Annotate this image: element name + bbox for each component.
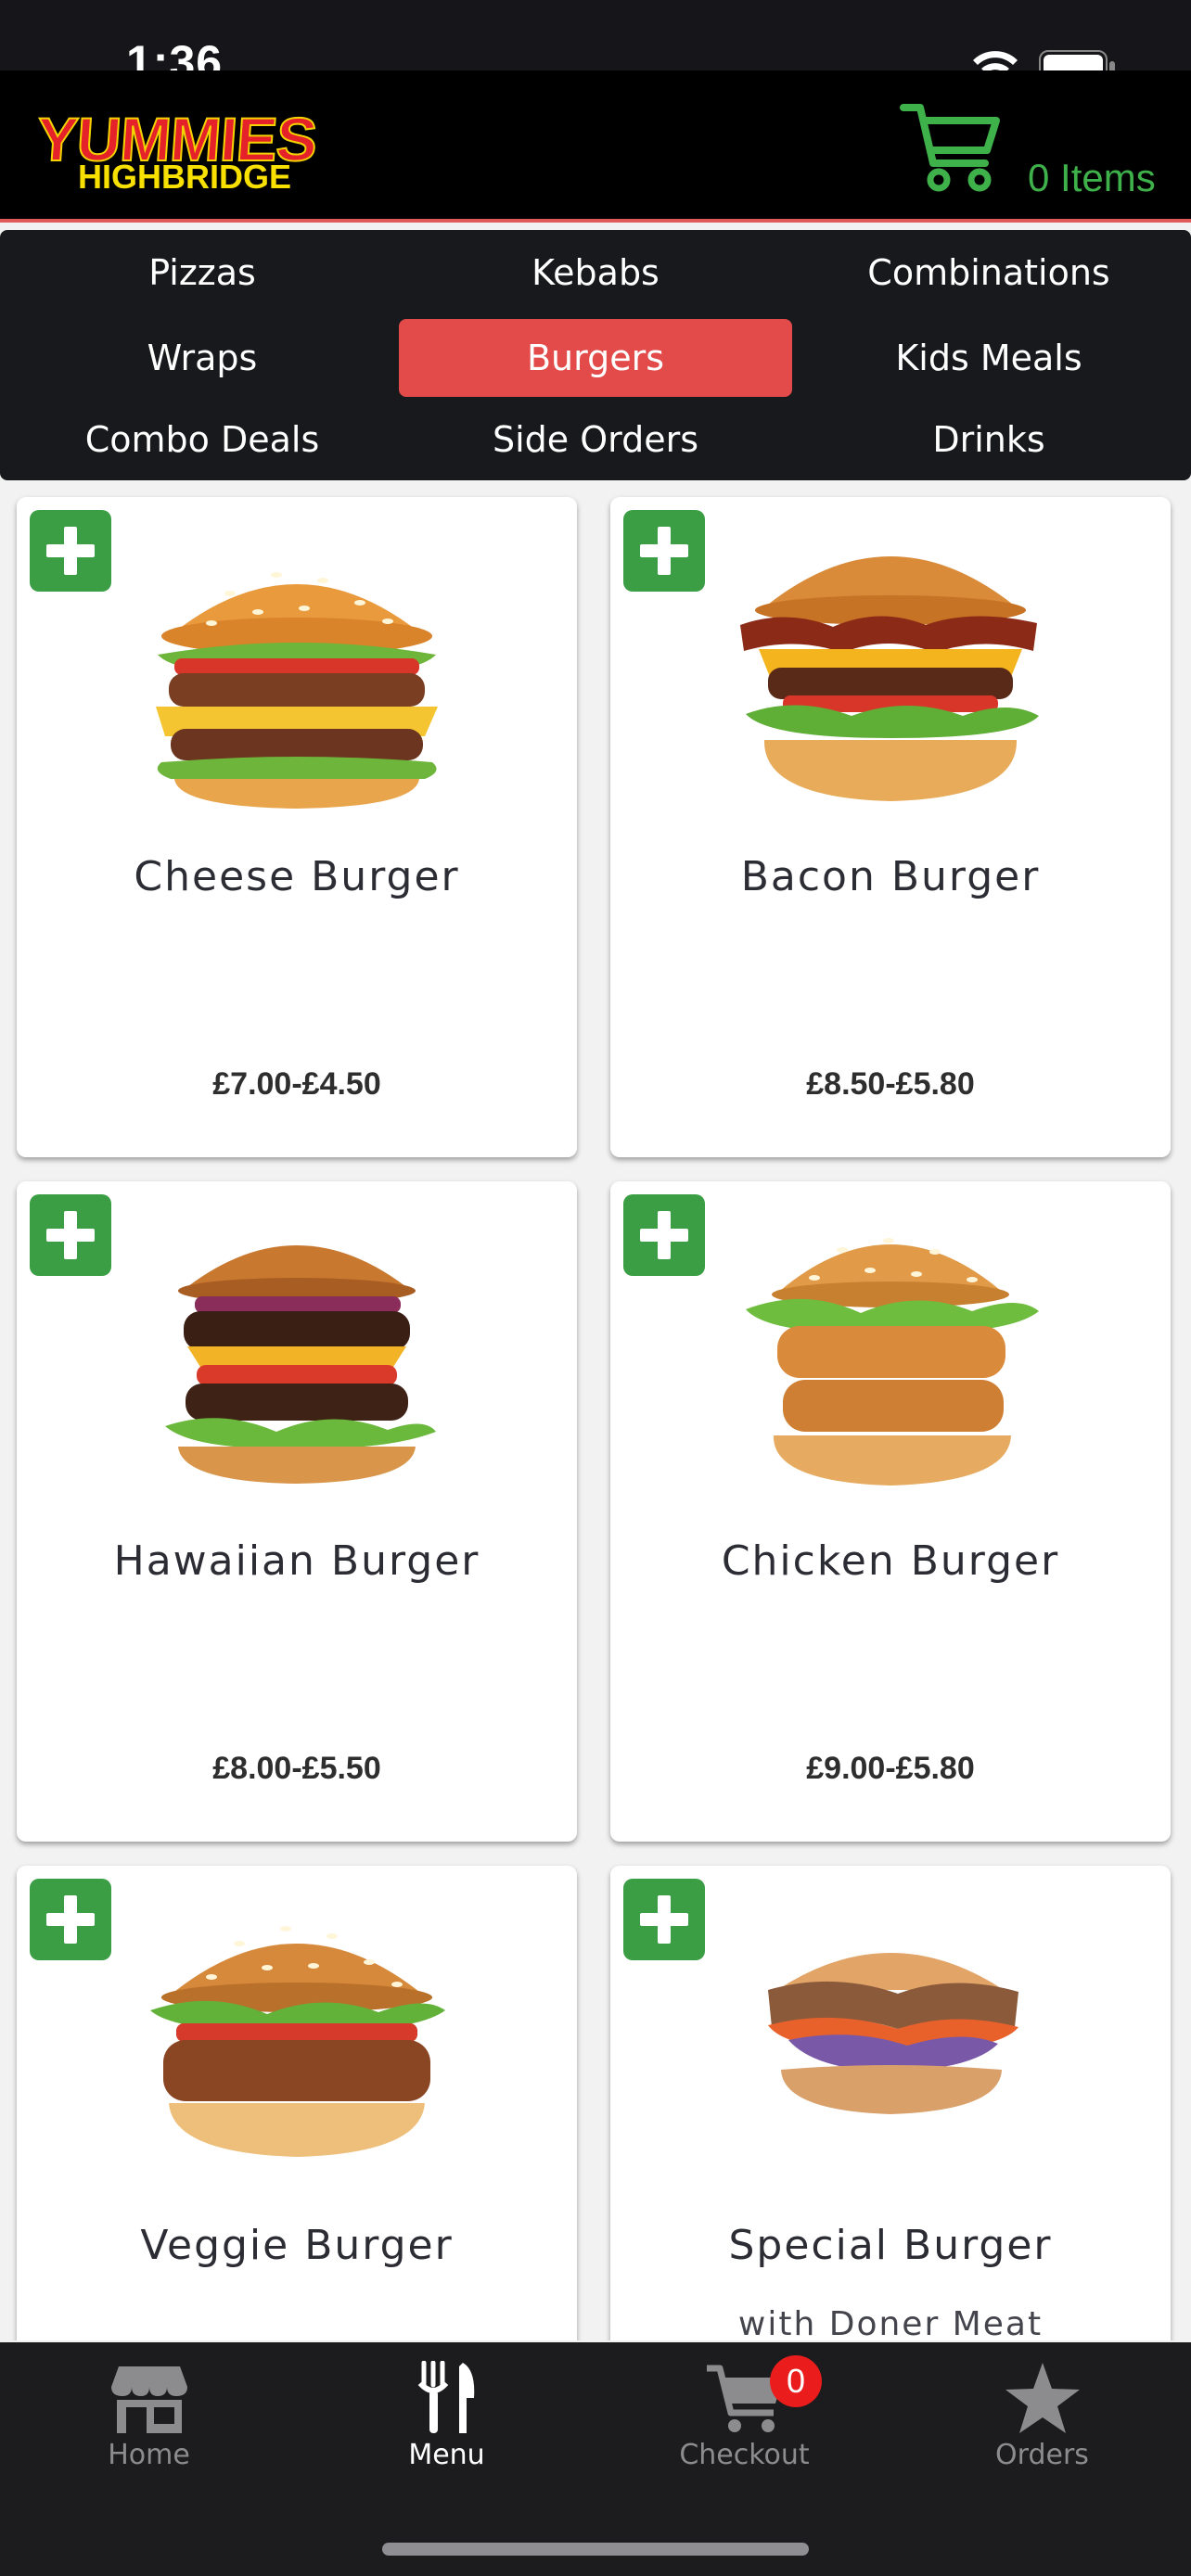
product-price: £9.00-£5.80 [806, 1751, 975, 1786]
bottom-tab-bar: Home Menu Checkout Orders 0 [0, 2342, 1191, 2576]
category-burgers[interactable]: Burgers [399, 319, 792, 397]
brand-logo[interactable]: YUMMIES HIGHBRIDGE [33, 104, 325, 197]
tab-checkout[interactable]: Checkout [596, 2361, 893, 2500]
veggie-burger-image [150, 1926, 445, 2157]
product-name: Hawaiian Burger [113, 1537, 480, 1585]
chicken-burger-image [746, 1238, 1039, 1486]
tab-home[interactable]: Home [0, 2361, 298, 2500]
tab-orders[interactable]: Orders [893, 2361, 1191, 2500]
add-to-cart-button[interactable] [623, 1194, 705, 1276]
product-card[interactable]: Special Burger with Doner Meat [610, 1866, 1171, 2340]
tab-menu[interactable]: Menu [298, 2361, 596, 2500]
product-card[interactable]: Veggie Burger [17, 1866, 577, 2340]
product-card[interactable]: Chicken Burger £9.00-£5.80 [610, 1181, 1171, 1842]
add-to-cart-button[interactable] [623, 1879, 705, 1960]
product-name: Veggie Burger [140, 2222, 454, 2269]
category-wraps[interactable]: Wraps [6, 319, 399, 397]
app-header: YUMMIES HIGHBRIDGE 0 Items [0, 70, 1191, 223]
product-grid: Cheese Burger £7.00-£4.50 Bacon Burger £… [0, 490, 1191, 2340]
fork-knife-icon [417, 2361, 474, 2433]
product-price: £8.50-£5.80 [806, 1066, 975, 1102]
cheese-burger-image [156, 572, 438, 809]
special-burger-image [768, 1953, 1018, 2114]
checkout-badge: 0 [770, 2355, 822, 2407]
product-name: Bacon Burger [740, 853, 1041, 900]
product-name: Chicken Burger [721, 1537, 1060, 1585]
cart-item-count[interactable]: 0 Items [1028, 156, 1156, 200]
logo-subtitle: HIGHBRIDGE [78, 158, 292, 196]
product-card[interactable]: Bacon Burger £8.50-£5.80 [610, 497, 1171, 1157]
tab-label: Home [108, 2439, 190, 2471]
home-indicator[interactable] [382, 2543, 809, 2556]
bacon-burger-image [740, 556, 1039, 801]
product-price: £8.00-£5.50 [212, 1751, 381, 1786]
add-to-cart-button[interactable] [30, 510, 111, 592]
store-icon [110, 2366, 187, 2433]
hawaiian-burger-image [165, 1245, 436, 1484]
status-bar: 1:36 [0, 0, 1191, 88]
category-pizzas[interactable]: Pizzas [6, 234, 399, 312]
star-icon [1005, 2363, 1080, 2433]
category-combinations[interactable]: Combinations [792, 234, 1185, 312]
product-description: with Doner Meat [737, 2305, 1044, 2340]
tab-label: Orders [995, 2439, 1089, 2471]
tab-label: Checkout [679, 2439, 810, 2471]
category-nav: Pizzas Kebabs Combinations Wraps Burgers… [0, 230, 1191, 480]
category-combo-deals[interactable]: Combo Deals [6, 401, 399, 478]
product-name: Special Burger [728, 2222, 1053, 2269]
tab-label: Menu [408, 2439, 485, 2471]
add-to-cart-button[interactable] [30, 1879, 111, 1960]
category-drinks[interactable]: Drinks [792, 401, 1185, 478]
add-to-cart-button[interactable] [30, 1194, 111, 1276]
product-name: Cheese Burger [134, 853, 460, 900]
product-price: £7.00-£4.50 [212, 1066, 381, 1102]
category-kids-meals[interactable]: Kids Meals [792, 319, 1185, 397]
product-card[interactable]: Cheese Burger £7.00-£4.50 [17, 497, 577, 1157]
category-side-orders[interactable]: Side Orders [399, 401, 792, 478]
product-card[interactable]: Hawaiian Burger £8.00-£5.50 [17, 1181, 577, 1842]
add-to-cart-button[interactable] [623, 510, 705, 592]
cart-icon[interactable] [900, 98, 1002, 195]
category-kebabs[interactable]: Kebabs [399, 234, 792, 312]
